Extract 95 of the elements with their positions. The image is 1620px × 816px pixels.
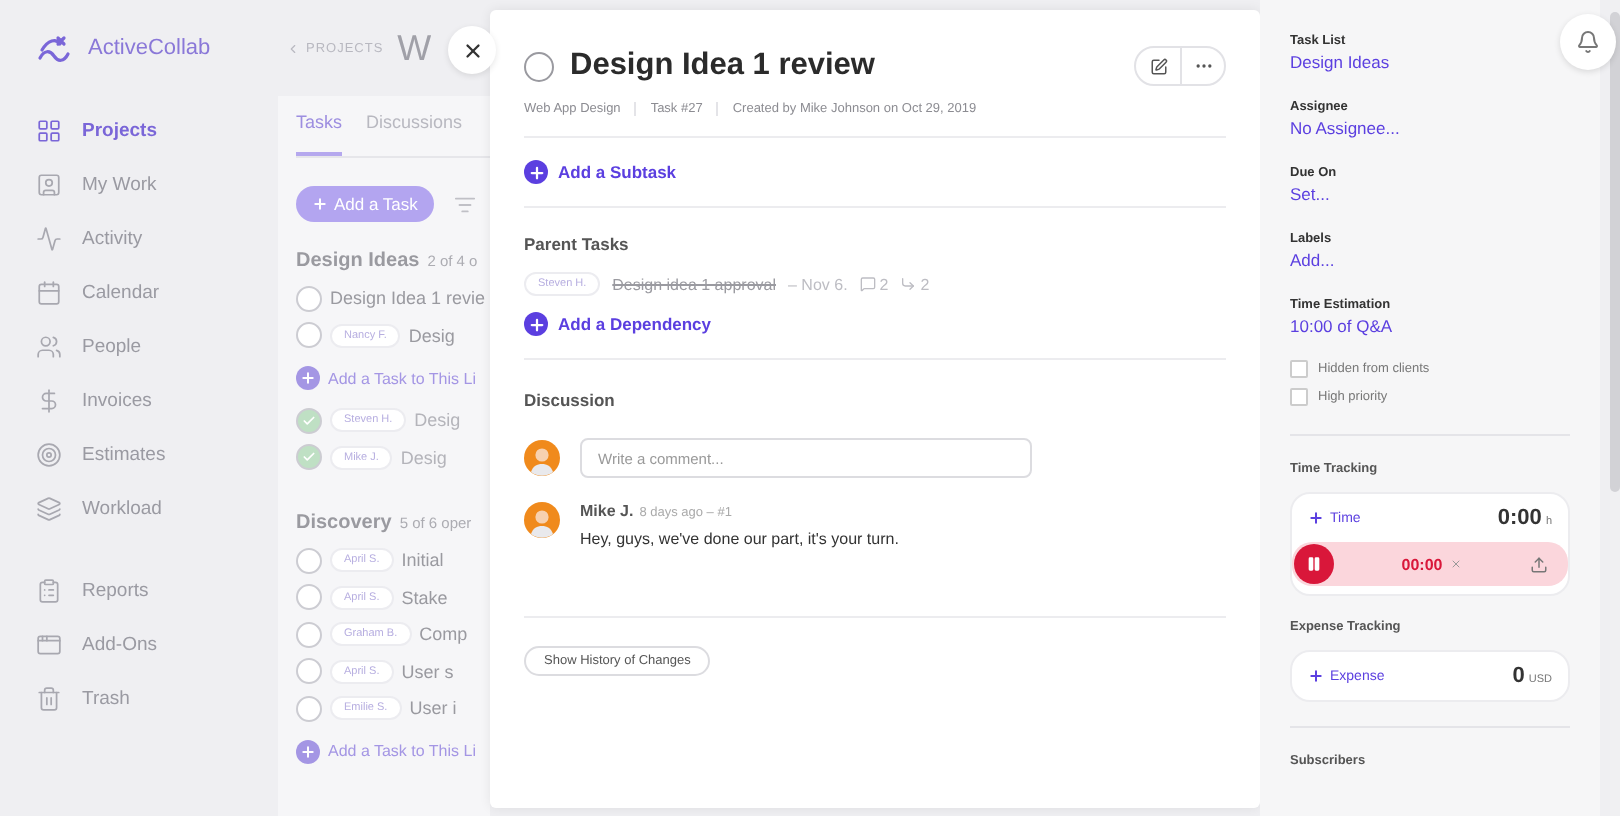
sidebar-item[interactable]: Workload [36, 482, 270, 536]
task-checkbox[interactable] [296, 547, 322, 574]
subtask-count: 2 [900, 275, 930, 293]
pause-button[interactable] [1294, 544, 1334, 584]
people-icon [36, 334, 62, 360]
comment-icon [859, 276, 876, 292]
clipboard-icon [36, 578, 62, 604]
check-icon [302, 413, 316, 428]
pulse-icon [36, 226, 62, 252]
sidebar-item[interactable]: Invoices [36, 374, 270, 428]
close-icon [461, 39, 483, 61]
plus-icon [527, 315, 545, 333]
field-value[interactable]: 10:00 of Q&A [1290, 316, 1393, 336]
subtask-icon [900, 276, 917, 292]
task-checkbox[interactable] [296, 658, 322, 685]
list-name: Discovery [296, 512, 392, 534]
task-title[interactable]: Desig [414, 410, 461, 431]
target-icon [36, 442, 62, 468]
task-title[interactable]: Stake [401, 587, 448, 608]
task-title[interactable]: User s [401, 661, 454, 682]
add-subtask-link[interactable]: Add a Subtask [524, 160, 1226, 184]
plus-icon [1308, 668, 1324, 684]
plus-icon [527, 163, 545, 181]
task-title[interactable]: Initial [401, 550, 444, 571]
avatar-icon [524, 440, 560, 476]
complete-checkbox[interactable] [524, 51, 554, 81]
sidebar-item[interactable]: People [36, 320, 270, 374]
layers-icon [36, 496, 62, 522]
sidebar-item[interactable]: Add-Ons [36, 618, 270, 672]
section-heading: Discussion [524, 390, 617, 410]
chevron-left-icon [286, 41, 300, 55]
task-checkbox[interactable] [296, 322, 322, 349]
plus-icon [300, 743, 316, 759]
sidebar-item[interactable]: Activity [36, 212, 270, 266]
task-checkbox[interactable] [296, 584, 322, 611]
plus-icon [300, 370, 316, 386]
grid-icon [36, 118, 62, 144]
task-checkbox[interactable] [296, 407, 322, 434]
logo-icon [36, 32, 76, 64]
sidebar-item[interactable]: Estimates [36, 428, 270, 482]
user-card-icon [36, 172, 62, 198]
task-title[interactable]: User i [409, 698, 457, 719]
task-checkbox[interactable] [296, 444, 322, 471]
sidebar-item[interactable]: Trash [36, 672, 270, 726]
task-title[interactable]: Comp [419, 624, 468, 645]
pause-icon [1306, 556, 1322, 572]
sidebar-item[interactable]: Calendar [36, 266, 270, 320]
add-task-link[interactable]: Add a Task to This Li [296, 739, 490, 763]
task-checkbox[interactable] [296, 285, 322, 312]
field-value[interactable]: Design Ideas [1290, 52, 1390, 72]
field-value[interactable]: No Assignee... [1290, 118, 1400, 138]
comment-text: Hey, guys, we've done our part, it's your turn. [580, 530, 899, 548]
section-heading: Parent Tasks [524, 234, 631, 254]
close-button[interactable] [448, 26, 496, 74]
tab[interactable]: Tasks [296, 112, 343, 156]
project-title: W [397, 27, 432, 69]
comment-author: Mike J. [580, 502, 634, 520]
timer-time: 00:00 [1401, 555, 1463, 573]
checkbox[interactable] [1290, 360, 1308, 378]
field-value[interactable]: Set... [1290, 184, 1330, 204]
close-icon[interactable] [1450, 558, 1463, 570]
tab[interactable]: Discussions [366, 112, 463, 156]
task-title[interactable]: Desig [400, 447, 447, 468]
plus-icon [312, 196, 328, 212]
due-date: – Nov 6. [788, 275, 848, 293]
filter-icon[interactable] [453, 193, 476, 215]
notifications-button[interactable] [1560, 14, 1616, 70]
sidebar-item[interactable]: Reports [36, 564, 270, 618]
logo-text: ActiveCollab [88, 36, 211, 60]
task-title: Design Idea 1 review [570, 48, 877, 84]
upload-icon[interactable] [1530, 555, 1548, 573]
window-icon [36, 632, 62, 658]
field-value[interactable]: Add... [1290, 250, 1335, 270]
scrollbar-thumb[interactable] [1610, 12, 1620, 492]
add-dependency-link[interactable]: Add a Dependency [524, 312, 1226, 336]
comment-count: 2 [859, 275, 889, 293]
task-title[interactable]: Design Idea 1 revie [330, 288, 486, 309]
bell-icon [1576, 30, 1600, 54]
list-name: Design Ideas [296, 250, 420, 272]
parent-task-title[interactable]: Design idea 1 approval [612, 275, 776, 293]
dollar-icon [36, 388, 62, 414]
trash-icon [36, 686, 62, 712]
task-title[interactable]: Desig [408, 325, 455, 346]
task-checkbox[interactable] [296, 695, 322, 722]
add-task-link[interactable]: Add a Task to This Li [296, 366, 490, 390]
plus-icon [1308, 510, 1324, 526]
edit-icon [1149, 57, 1167, 75]
add-task-button[interactable]: Add a Task [296, 186, 434, 222]
avatar-icon [524, 502, 560, 538]
calendar-icon [36, 280, 62, 306]
check-icon [302, 450, 316, 465]
sidebar-item[interactable]: My Work [36, 158, 270, 212]
sidebar-item[interactable]: Projects [36, 104, 270, 158]
task-checkbox[interactable] [296, 621, 322, 648]
checkbox[interactable] [1290, 388, 1308, 406]
